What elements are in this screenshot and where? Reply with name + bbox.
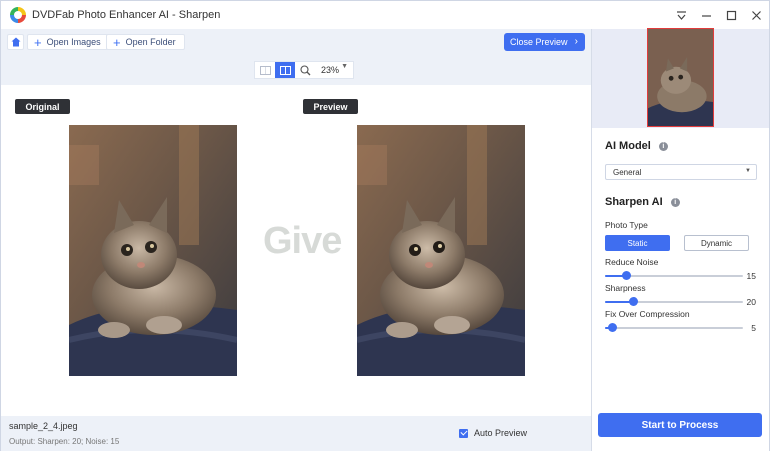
chevron-right-icon: › (574, 36, 578, 47)
home-button[interactable] (7, 34, 24, 50)
reduce-noise-value: 15 (746, 271, 756, 281)
sharpen-title: Sharpen AI (605, 196, 663, 208)
slider-handle[interactable] (622, 271, 631, 280)
minimize-icon[interactable] (694, 1, 719, 29)
maximize-icon[interactable] (719, 1, 744, 29)
ai-model-value: General (613, 167, 642, 177)
plus-icon: + (34, 34, 42, 50)
auto-preview-label: Auto Preview (474, 428, 528, 438)
caret-down-icon[interactable]: ▼ (341, 63, 348, 70)
dropdown-icon[interactable] (669, 1, 694, 29)
split-view-button[interactable] (275, 62, 295, 78)
caret-down-icon: ▼ (745, 168, 751, 174)
window-controls (669, 1, 769, 29)
sharpen-heading: Sharpen AI i (605, 196, 680, 208)
fix-compression-value: 5 (751, 323, 756, 333)
selected-thumbnail[interactable] (647, 28, 714, 127)
checkbox-checked-icon[interactable] (459, 428, 468, 438)
slider-handle[interactable] (608, 323, 617, 332)
slider-track (605, 327, 743, 329)
original-photo (69, 125, 237, 376)
open-folder-button[interactable]: + Open Folder (106, 34, 185, 50)
fix-compression-slider[interactable] (605, 323, 743, 333)
original-tag: Original (15, 99, 70, 114)
view-controls: 23% ▼ (254, 61, 354, 79)
plus-icon: + (113, 34, 121, 50)
open-folder-label: Open Folder (125, 37, 176, 47)
start-to-process-button[interactable]: Start to Process (598, 413, 762, 437)
output-summary: Output: Sharpen: 20; Noise: 15 (9, 437, 120, 446)
zoom-button[interactable] (295, 62, 315, 78)
sharpness-value: 20 (746, 297, 756, 307)
photo-type-dynamic-button[interactable]: Dynamic (684, 235, 749, 251)
sharpness-label: Sharpness (605, 283, 646, 293)
open-images-button[interactable]: + Open Images (27, 34, 110, 50)
single-view-button[interactable] (255, 62, 275, 78)
info-icon[interactable]: i (658, 141, 668, 151)
zoom-icon (299, 64, 310, 75)
app-window: DVDFab Photo Enhancer AI - Sharpen + Ope… (0, 0, 770, 451)
home-icon (11, 37, 20, 47)
ai-model-heading: AI Model i (605, 140, 668, 152)
settings-panel: AI Model i General ▼ Sharpen AI i Photo … (592, 128, 769, 451)
photo-type-static-button[interactable]: Static (605, 235, 670, 251)
preview-photo (357, 125, 525, 376)
title-bar: DVDFab Photo Enhancer AI - Sharpen (1, 1, 769, 29)
view-bar: 23% ▼ (1, 55, 591, 85)
reduce-noise-slider[interactable] (605, 271, 743, 281)
zoom-level[interactable]: 23% (321, 65, 339, 75)
auto-preview-toggle[interactable]: Auto Preview (459, 428, 527, 438)
photo-type-label: Photo Type (605, 220, 648, 230)
preview-canvas: Original Preview Give (1, 85, 591, 416)
close-preview-label: Close Preview (510, 37, 568, 47)
window-title: DVDFab Photo Enhancer AI - Sharpen (32, 9, 221, 21)
status-bar: sample_2_4.jpeg Output: Sharpen: 20; Noi… (1, 416, 591, 451)
preview-tag: Preview (303, 99, 358, 114)
split-view-icon (279, 65, 291, 75)
toolbar: + Open Images + Open Folder Close Previe… (1, 29, 591, 55)
single-view-icon (259, 65, 271, 75)
sharpness-slider[interactable] (605, 297, 743, 307)
file-name: sample_2_4.jpeg (9, 421, 78, 431)
ai-model-select[interactable]: General ▼ (605, 164, 757, 180)
fix-compression-label: Fix Over Compression (605, 309, 690, 319)
ai-model-title: AI Model (605, 140, 651, 152)
reduce-noise-label: Reduce Noise (605, 257, 659, 267)
close-icon[interactable] (744, 1, 769, 29)
slider-handle[interactable] (629, 297, 638, 306)
thumbnail-area (592, 28, 769, 128)
open-images-label: Open Images (46, 37, 101, 47)
watermark: Give (263, 220, 342, 262)
app-logo-icon (10, 7, 26, 23)
close-preview-button[interactable]: Close Preview › (504, 33, 585, 51)
info-icon[interactable]: i (670, 197, 680, 207)
